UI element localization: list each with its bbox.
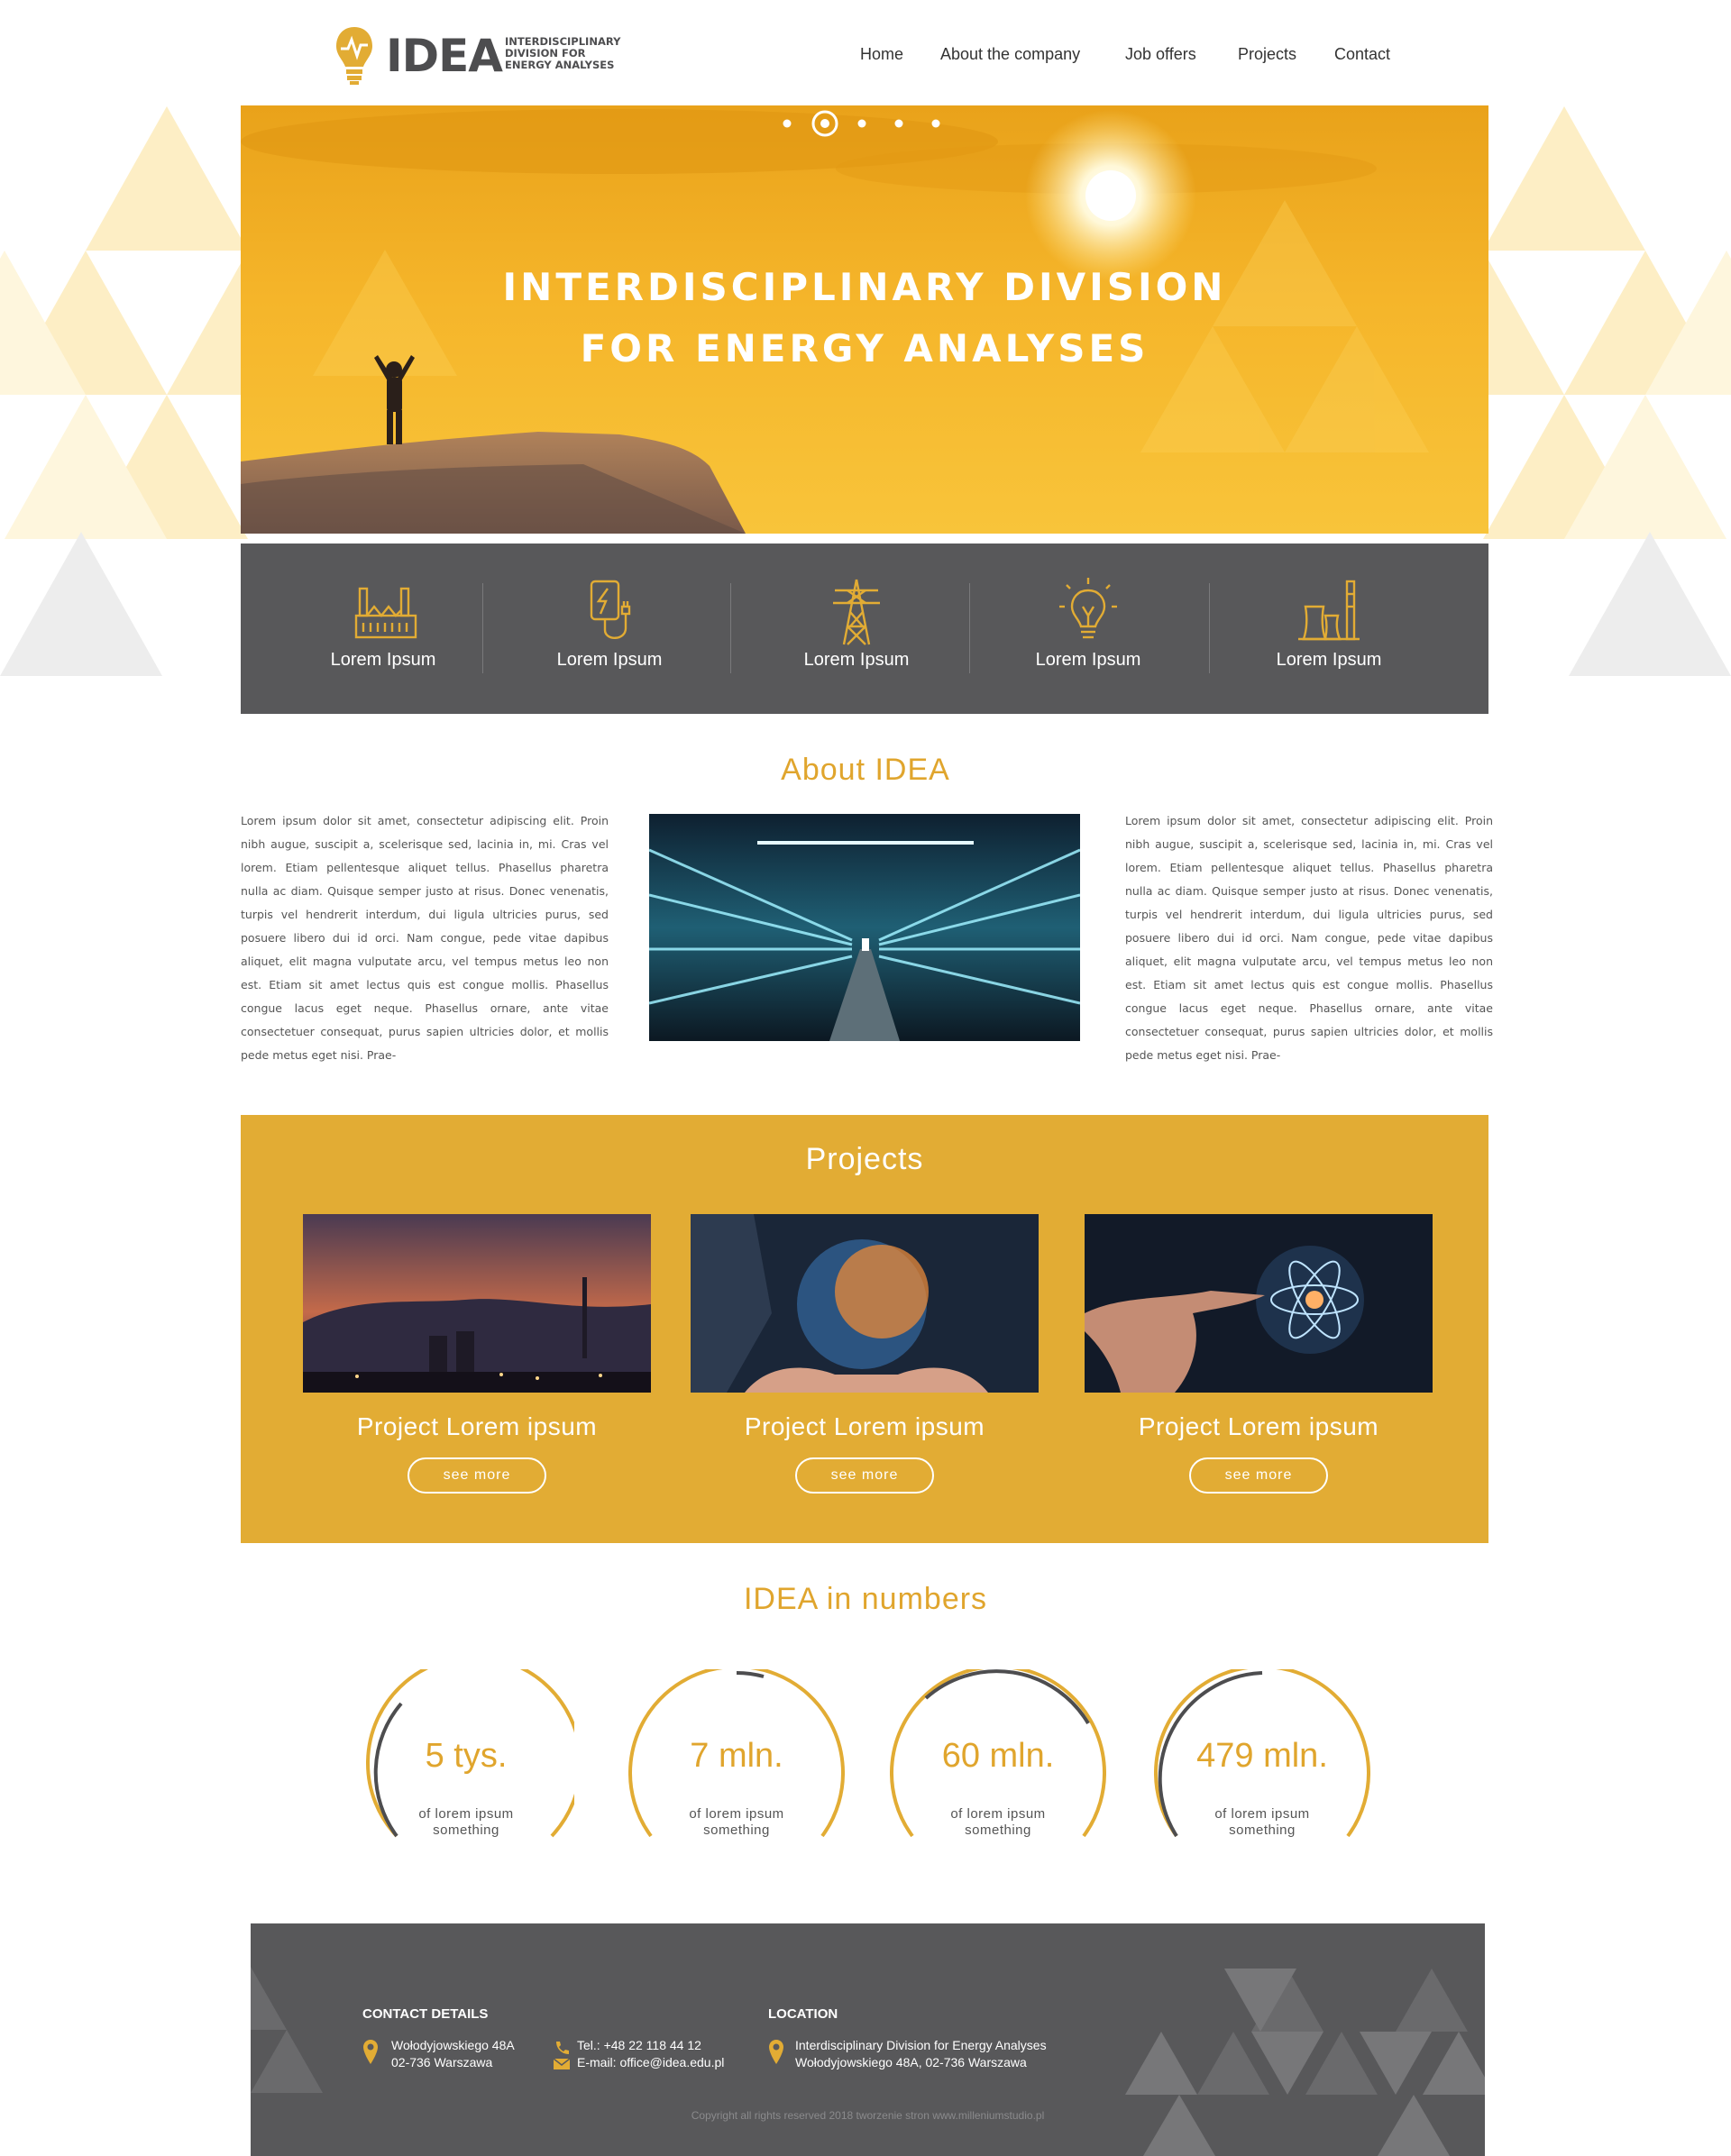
stat-circle: 60 mln. of lorem ipsum something [890,1669,1106,1841]
divider [730,583,731,673]
service-label: Lorem Ipsum [803,650,910,670]
project-card: Project Lorem ipsum see more [303,1214,651,1494]
stat-value: 479 mln. [1196,1737,1328,1775]
about-text-left: Lorem ipsum dolor sit amet, consectetur … [241,814,609,1062]
map-pin-icon [363,2040,378,2064]
location-address: Interdisciplinary Division for Energy An… [795,2038,1047,2069]
about-image [649,814,1080,1041]
project-title: Project Lorem ipsum [1138,1412,1379,1440]
map-pin-icon [769,2040,783,2064]
project-card: Project Lorem ipsum see more [1085,1214,1433,1494]
logo-tagline: INTERDISCIPLINARY DIVISION FOR ENERGY AN… [505,35,621,71]
see-more-button[interactable]: see more [408,1457,546,1494]
nav-home[interactable]: Home [860,45,903,64]
divider [969,583,970,673]
factory-icon [354,587,417,639]
main-nav: Home About the company Job offers Projec… [847,45,1731,69]
stat-caption: of lorem ipsum something [418,1806,514,1838]
footer: CONTACT DETAILS Wołodyjowskiego 48A 02-7… [251,1923,1485,2156]
numbers-title: IDEA in numbers [743,1582,988,1616]
phone-email: Tel.: +48 22 118 44 12 E-mail: office@id… [577,2037,724,2071]
copyright: Copyright all rights reserved 2018 tworz… [691,2109,1045,2122]
stat-circle: 5 tys. of lorem ipsum something [358,1669,574,1841]
service-label: Lorem Ipsum [330,650,436,670]
mail-icon [554,2059,570,2069]
hero-title: INTERDISCIPLINARY DIVISION FOR ENERGY AN… [502,265,1227,370]
projects-section: Projects Project Lorem ipsum see more Pr… [241,1115,1488,1543]
project-image[interactable] [303,1214,651,1393]
project-title: Project Lorem ipsum [744,1412,985,1440]
stat-value: 7 mln. [690,1737,783,1775]
about-title: About IDEA [781,753,950,787]
services-bar: Lorem Ipsum Lorem Ipsum Lorem Ipsum Lore… [241,544,1488,714]
hero-slider: INTERDISCIPLINARY DIVISION FOR ENERGY AN… [241,105,1488,534]
divider [1209,583,1210,673]
logo-wordmark: IDEA [386,30,503,82]
stat-circle: 7 mln. of lorem ipsum something [628,1669,845,1841]
nav-projects[interactable]: Projects [1238,45,1296,64]
power-tower-icon [833,579,880,645]
stat-value: 5 tys. [425,1737,508,1775]
service-label: Lorem Ipsum [556,650,663,670]
service-label: Lorem Ipsum [1276,650,1382,670]
stat-value: 60 mln. [941,1737,1055,1775]
project-image[interactable] [691,1214,1039,1393]
nav-job-offers[interactable]: Job offers [1125,45,1196,64]
stat-caption: of lorem ipsum something [1214,1806,1310,1838]
phone-text[interactable]: Tel.: +48 22 118 44 12 [577,2037,724,2054]
service-label: Lorem Ipsum [1035,650,1141,670]
slide-dot-3[interactable] [857,119,866,128]
see-more-button[interactable]: see more [1189,1457,1328,1494]
about-text-right: Lorem ipsum dolor sit amet, consectetur … [1125,814,1493,1062]
slide-dot-4[interactable] [894,119,903,128]
lightbulb-logo-icon [336,27,372,85]
phone-icon [556,2042,569,2054]
nav-contact[interactable]: Contact [1334,45,1390,64]
contact-heading: CONTACT DETAILS [362,2006,489,2022]
slider-dots [783,110,940,137]
address: Wołodyjowskiego 48A 02-736 Warszawa [391,2038,515,2069]
power-plant-icon [1298,580,1360,641]
see-more-button[interactable]: see more [795,1457,934,1494]
divider [482,583,483,673]
projects-title: Projects [805,1142,924,1176]
lightbulb-icon [1059,578,1117,639]
stat-caption: of lorem ipsum something [689,1806,784,1838]
logo[interactable]: IDEA INTERDISCIPLINARY DIVISION FOR ENER… [335,23,624,87]
charger-icon [590,580,631,639]
slide-dot-1[interactable] [783,119,792,128]
stat-circle: 479 mln. of lorem ipsum something [1154,1669,1370,1841]
email-link[interactable]: E-mail: office@idea.edu.pl [577,2054,724,2071]
project-card: Project Lorem ipsum see more [691,1214,1039,1494]
location-heading: LOCATION [768,2006,838,2022]
project-image[interactable] [1085,1214,1433,1393]
project-title: Project Lorem ipsum [356,1412,598,1440]
slide-dot-5[interactable] [931,119,940,128]
stat-caption: of lorem ipsum something [950,1806,1046,1838]
nav-about[interactable]: About the company [940,45,1080,64]
